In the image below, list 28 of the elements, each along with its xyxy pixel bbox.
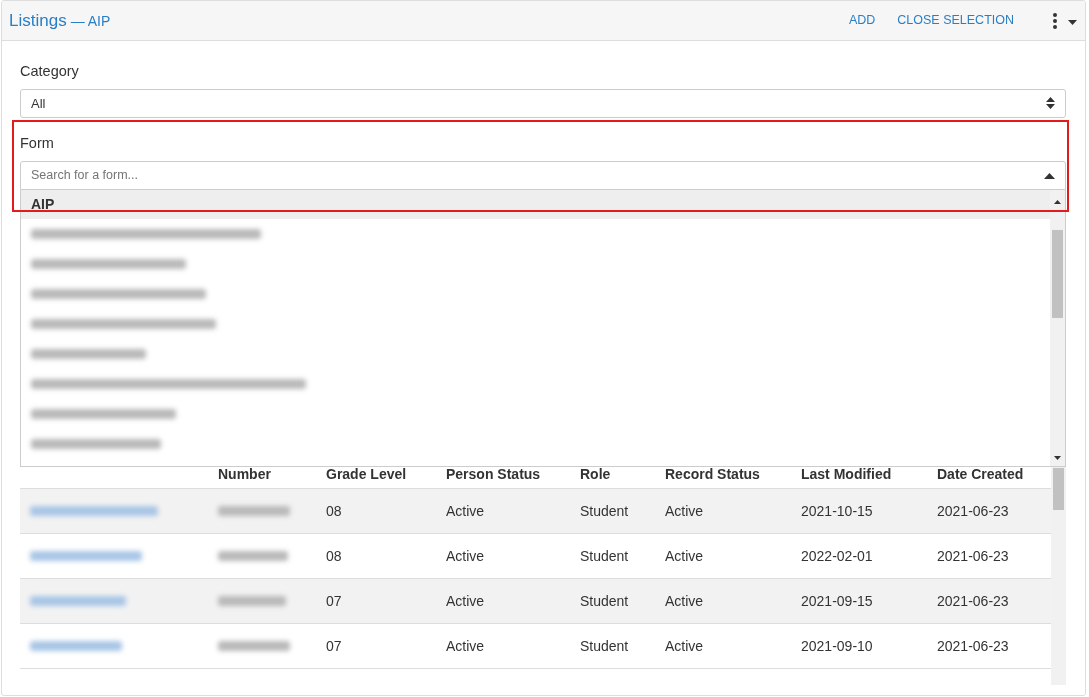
action-link[interactable]: ADD xyxy=(848,11,876,30)
action-link[interactable]: CLOSE SELECTION xyxy=(897,11,1014,30)
table-cell: Student xyxy=(570,578,655,624)
table-cell: Student xyxy=(570,623,655,669)
page-title: Listings xyxy=(9,9,67,32)
table-cell: 2021-09-10 xyxy=(791,623,927,669)
field-label: Form xyxy=(20,133,55,153)
table-cell: 07 xyxy=(316,578,436,624)
table-cell: Active xyxy=(436,578,570,624)
table-cell: Active xyxy=(655,533,791,579)
field-label: Category xyxy=(20,62,80,81)
page-subtitle: — AIP xyxy=(70,11,111,31)
table-cell: 07 xyxy=(316,623,436,669)
table-cell: 08 xyxy=(316,533,436,579)
table-cell: Active xyxy=(655,578,791,624)
table-cell: 2021-09-15 xyxy=(791,578,927,624)
table-cell: Student xyxy=(570,488,655,534)
table-cell: 2022-02-01 xyxy=(791,533,927,579)
table-cell: Active xyxy=(655,623,791,669)
search-field[interactable]: Search for a form... xyxy=(20,160,1066,190)
table-cell: Active xyxy=(655,488,791,534)
category-select[interactable]: All xyxy=(20,88,1066,118)
table-cell: Student xyxy=(570,533,655,579)
table-cell: 2021-10-15 xyxy=(791,488,927,534)
table-cell: Active xyxy=(436,533,570,579)
table-cell: Active xyxy=(436,488,570,534)
table-cell: Active xyxy=(436,623,570,669)
table-cell: 08 xyxy=(316,488,436,534)
